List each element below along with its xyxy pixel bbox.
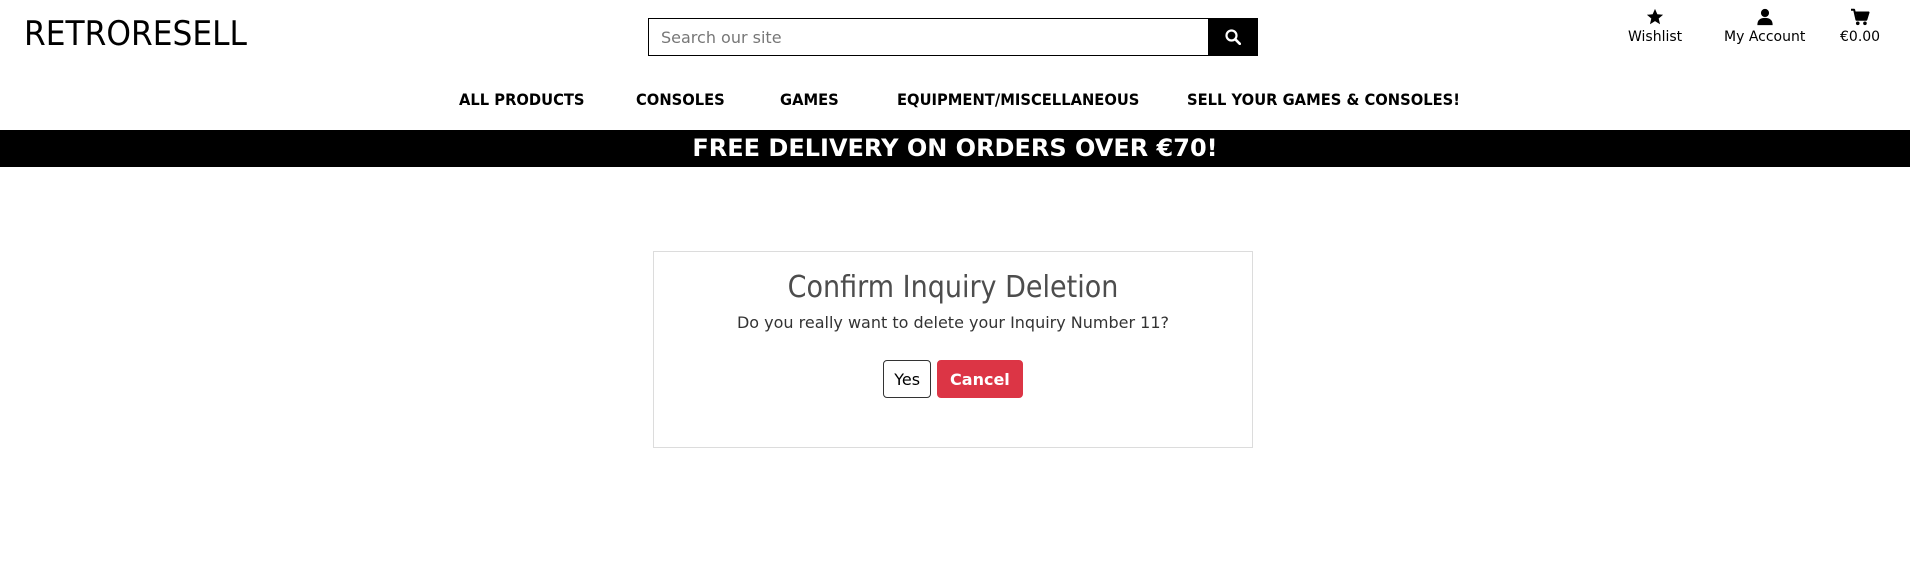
cart-link[interactable]: €0.00 bbox=[1840, 8, 1880, 45]
site-header: RETRORESELL Wishlist My Account €0.00 bbox=[0, 0, 1910, 72]
nav-all-products[interactable]: ALL PRODUCTS bbox=[459, 90, 585, 109]
my-account-link[interactable]: My Account bbox=[1724, 8, 1805, 45]
my-account-label: My Account bbox=[1724, 29, 1806, 45]
search-icon bbox=[1225, 29, 1241, 45]
site-logo[interactable]: RETRORESELL bbox=[24, 14, 247, 54]
nav-sell-your-games[interactable]: SELL YOUR GAMES & CONSOLES! bbox=[1187, 90, 1460, 109]
cart-icon bbox=[1851, 8, 1870, 26]
dialog-title: Confirm Inquiry Deletion bbox=[787, 270, 1119, 305]
search-input[interactable] bbox=[648, 18, 1208, 56]
nav-equipment-miscellaneous[interactable]: EQUIPMENT/MISCELLANEOUS bbox=[897, 90, 1139, 109]
nav-consoles[interactable]: CONSOLES bbox=[636, 90, 725, 109]
confirm-deletion-card: Confirm Inquiry Deletion Do you really w… bbox=[653, 251, 1253, 448]
star-icon bbox=[1646, 8, 1664, 25]
cart-total: €0.00 bbox=[1840, 29, 1881, 45]
dialog-actions: Yes Cancel bbox=[654, 360, 1252, 398]
search-button[interactable] bbox=[1208, 18, 1258, 56]
free-delivery-banner: FREE DELIVERY ON ORDERS OVER €70! bbox=[0, 130, 1910, 167]
search-bar bbox=[648, 18, 1258, 56]
yes-button[interactable]: Yes bbox=[883, 360, 932, 398]
wishlist-link[interactable]: Wishlist bbox=[1628, 8, 1682, 45]
cancel-button[interactable]: Cancel bbox=[937, 360, 1023, 398]
user-icon bbox=[1757, 8, 1773, 26]
dialog-message: Do you really want to delete your Inquir… bbox=[736, 313, 1170, 332]
nav-games[interactable]: GAMES bbox=[780, 90, 839, 109]
wishlist-label: Wishlist bbox=[1628, 29, 1683, 45]
main-nav: ALL PRODUCTS CONSOLES GAMES EQUIPMENT/MI… bbox=[0, 90, 1910, 116]
